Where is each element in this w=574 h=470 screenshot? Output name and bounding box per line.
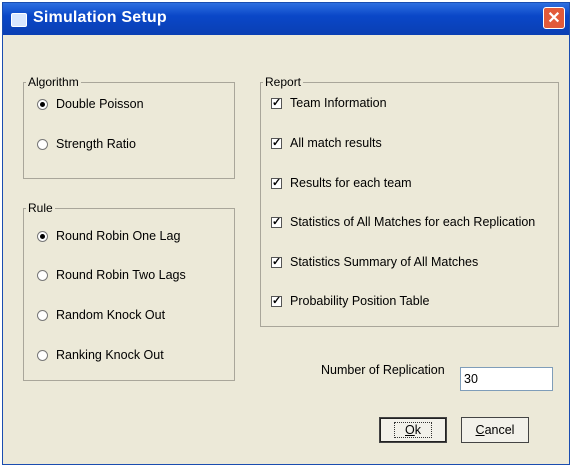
checkbox-checked-icon[interactable]: ✓ (271, 256, 282, 268)
rule-option-label: Random Knock Out (56, 308, 166, 322)
ok-rest: k (414, 423, 421, 437)
rule-option-label: Ranking Knock Out (56, 348, 164, 362)
checkbox-checked-icon[interactable]: ✓ (271, 97, 282, 109)
radio-unselected-icon[interactable] (37, 349, 48, 361)
algorithm-legend: Algorithm (28, 75, 79, 89)
checkbox-checked-icon[interactable]: ✓ (271, 295, 282, 307)
window-title: Simulation Setup (33, 9, 167, 26)
report-option-team-information[interactable]: ✓ Team Information (271, 96, 387, 110)
rule-option-label: Round Robin One Lag (56, 229, 181, 243)
rule-option-random-knock-out[interactable]: Random Knock Out (37, 308, 165, 322)
report-option-probability-position-table[interactable]: ✓ Probability Position Table (271, 294, 429, 308)
report-option-label: Statistics of All Matches for each Repli… (290, 215, 536, 229)
title-bar[interactable]: Simulation Setup ✕ (3, 3, 569, 35)
rule-option-ranking-knock-out[interactable]: Ranking Knock Out (37, 348, 164, 362)
replication-input[interactable] (460, 367, 553, 391)
report-option-results-each-team[interactable]: ✓ Results for each team (271, 176, 412, 190)
report-option-label: Statistics Summary of All Matches (290, 255, 479, 269)
simulation-setup-dialog: Simulation Setup ✕ Algorithm Double Pois… (2, 2, 570, 465)
report-option-all-match-results[interactable]: ✓ All match results (271, 136, 382, 150)
report-option-label: Probability Position Table (290, 294, 430, 308)
cancel-button[interactable]: Cancel (461, 417, 529, 443)
checkbox-checked-icon[interactable]: ✓ (271, 216, 282, 228)
algorithm-option-label: Strength Ratio (56, 137, 136, 151)
algorithm-option-label: Double Poisson (56, 97, 144, 111)
radio-unselected-icon[interactable] (37, 269, 48, 281)
radio-selected-icon[interactable] (37, 230, 48, 242)
checkbox-checked-icon[interactable]: ✓ (271, 137, 282, 149)
report-option-label: Team Information (290, 96, 387, 110)
checkbox-checked-icon[interactable]: ✓ (271, 177, 282, 189)
rule-legend: Rule (28, 201, 53, 215)
algorithm-group: Algorithm (23, 75, 235, 179)
cancel-mnemonic: C (475, 423, 485, 437)
window-icon (11, 13, 27, 27)
radio-unselected-icon[interactable] (37, 138, 48, 150)
replication-label: Number of Replication (321, 363, 445, 377)
radio-selected-icon[interactable] (37, 98, 48, 110)
report-legend: Report (265, 75, 302, 89)
report-option-label: Results for each team (290, 176, 412, 190)
report-group: Report (260, 75, 559, 327)
report-option-label: All match results (290, 136, 382, 150)
algorithm-option-double-poisson[interactable]: Double Poisson (37, 97, 144, 111)
radio-unselected-icon[interactable] (37, 309, 48, 321)
rule-option-round-robin-one-lag[interactable]: Round Robin One Lag (37, 229, 180, 243)
close-button[interactable]: ✕ (543, 7, 565, 29)
algorithm-option-strength-ratio[interactable]: Strength Ratio (37, 137, 136, 151)
cancel-rest: ancel (484, 423, 515, 437)
rule-option-label: Round Robin Two Lags (56, 268, 186, 282)
report-option-statistics-each-replication[interactable]: ✓ Statistics of All Matches for each Rep… (271, 215, 535, 229)
rule-option-round-robin-two-lags[interactable]: Round Robin Two Lags (37, 268, 186, 282)
ok-button[interactable]: Ok (379, 417, 447, 443)
ok-mnemonic: O (405, 423, 415, 437)
report-option-statistics-summary[interactable]: ✓ Statistics Summary of All Matches (271, 255, 478, 269)
